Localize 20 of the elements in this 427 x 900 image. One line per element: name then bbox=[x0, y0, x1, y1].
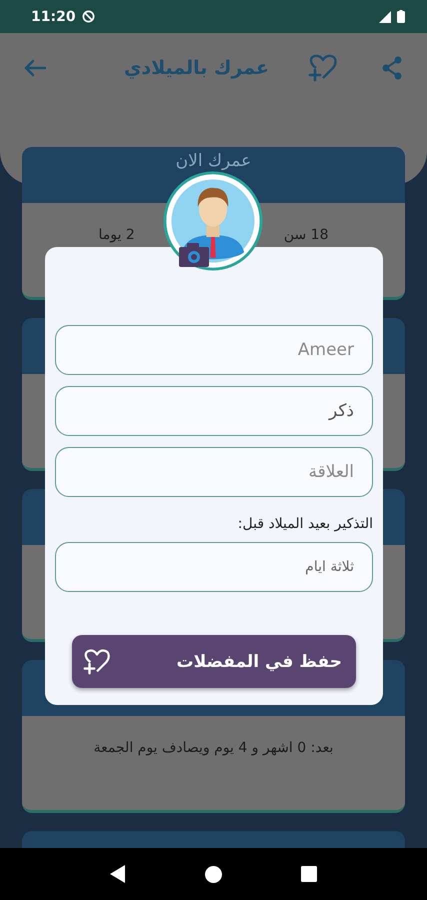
heart-plus-icon bbox=[82, 648, 112, 676]
camera-icon[interactable] bbox=[179, 243, 209, 267]
do-not-disturb-icon bbox=[82, 10, 95, 23]
card-text: 2 يوما bbox=[98, 227, 135, 243]
status-time: 11:20 bbox=[31, 8, 76, 24]
home-icon[interactable] bbox=[204, 866, 222, 882]
recents-icon[interactable] bbox=[301, 866, 318, 882]
signal-icon bbox=[379, 10, 391, 22]
app-bar-title: عمرك بالميلادي bbox=[124, 57, 269, 79]
input-field[interactable]: ذكر bbox=[55, 386, 373, 436]
input-field[interactable]: Ameer bbox=[55, 325, 373, 375]
battery-icon bbox=[397, 10, 405, 23]
card-text: 18 سن bbox=[284, 227, 328, 243]
reminder-label: التذكير بعيد الميلاد قبل: bbox=[236, 516, 373, 532]
reminder-field[interactable]: ثلاثة ايام bbox=[55, 542, 373, 592]
back-icon[interactable] bbox=[110, 865, 126, 883]
input-field[interactable]: العلاقة bbox=[55, 447, 373, 497]
save-favorites-button[interactable]: حفظ في المفضلات bbox=[72, 635, 356, 688]
card-title: عمرك الان bbox=[176, 151, 252, 171]
card-text: بعد: 0 اشهر و 4 يوم ويصادف يوم الجمعة bbox=[94, 740, 334, 756]
